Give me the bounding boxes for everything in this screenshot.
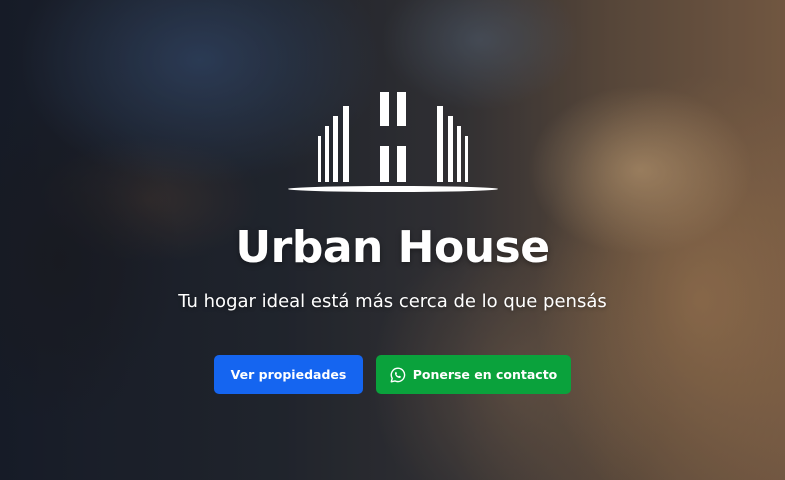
contact-label: Ponerse en contacto [412,367,558,382]
hero-section: Urban House Tu hogar ideal está más cerc… [0,0,785,480]
view-properties-label: Ver propiedades [230,367,347,382]
whatsapp-icon [390,366,405,382]
hero-content: Urban House Tu hogar ideal está más cerc… [0,0,785,480]
hero-actions: Ver propiedades Ponerse en contacto [214,355,571,394]
building-logo-icon [287,92,498,192]
site-title: Urban House [235,222,550,273]
site-tagline: Tu hogar ideal está más cerca de lo que … [178,291,607,312]
view-properties-button[interactable]: Ver propiedades [214,355,363,394]
contact-button[interactable]: Ponerse en contacto [376,355,571,394]
